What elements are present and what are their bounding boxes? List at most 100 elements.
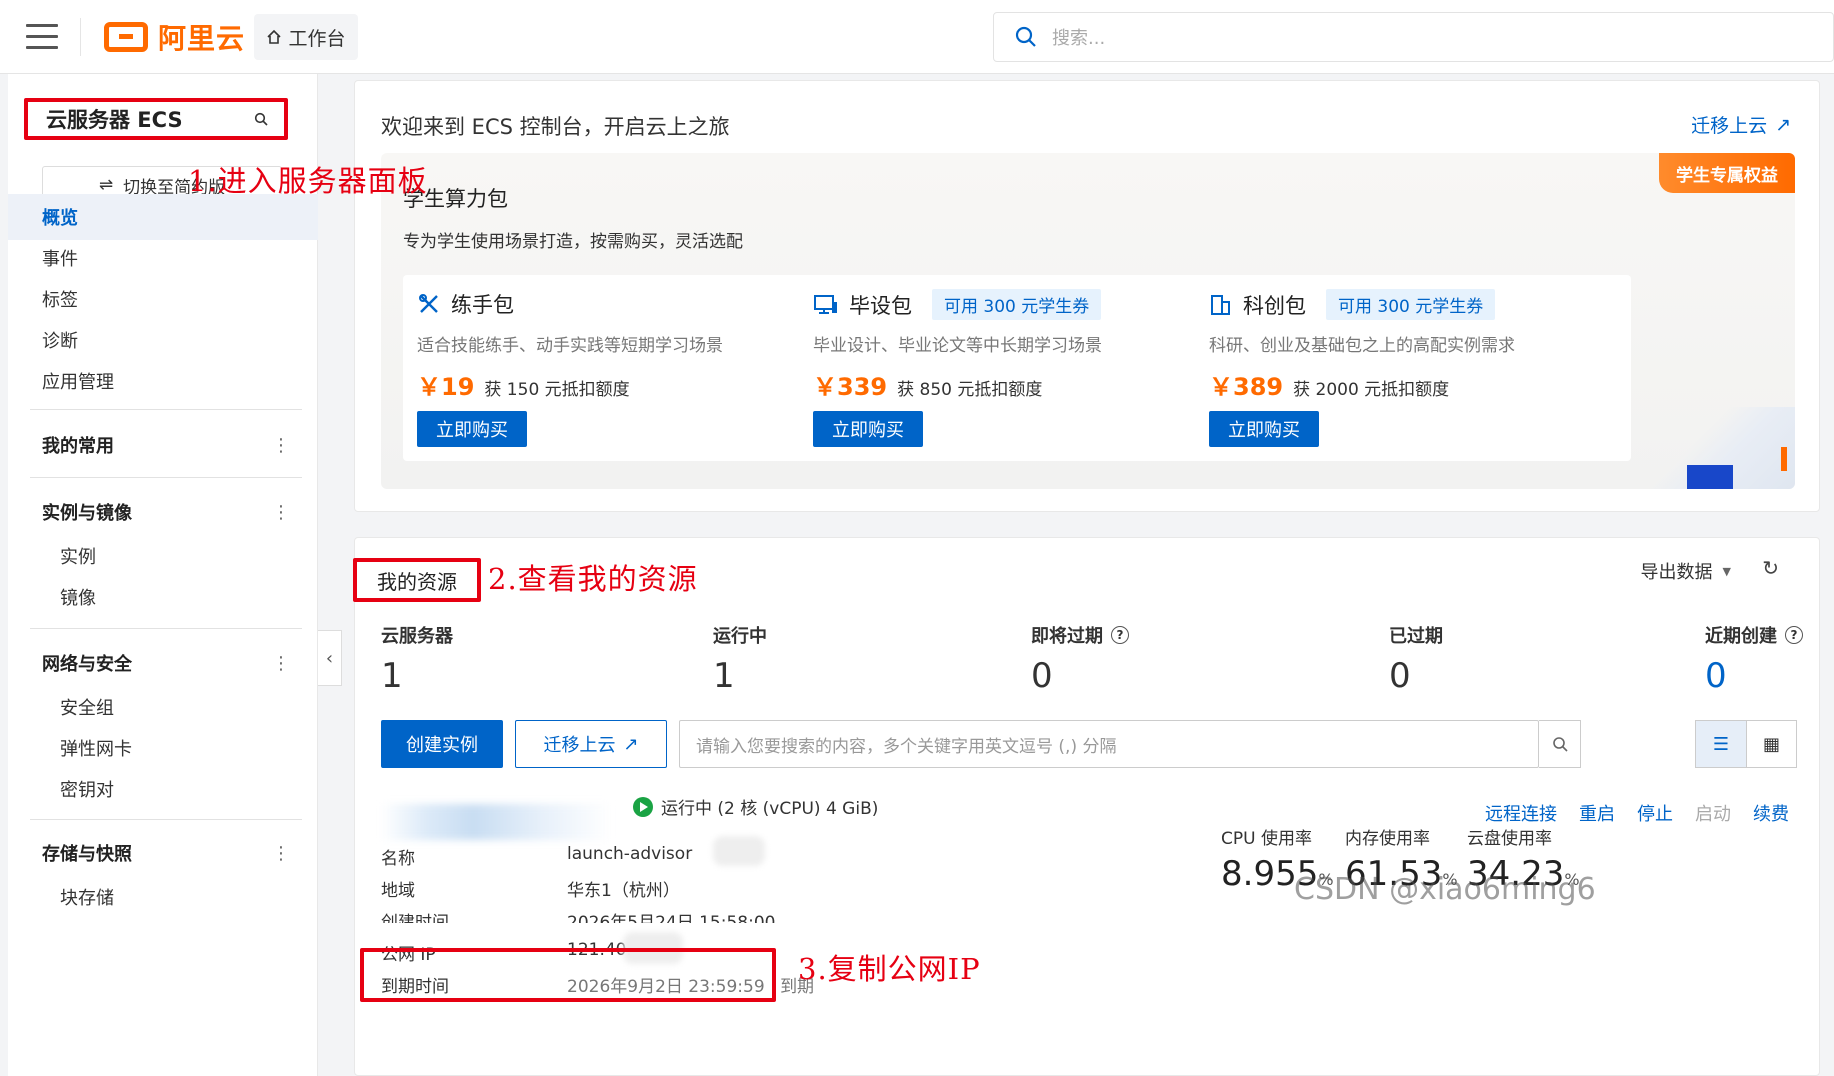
search-icon (1552, 737, 1568, 752)
annotation-box-ip (360, 948, 776, 1002)
stat-label: 近期创建? (1705, 622, 1803, 648)
sidebar-group-storage-snapshots[interactable]: 存储与快照 ⋮ (42, 833, 290, 873)
migrate-link[interactable]: 迁移上云 ↗ (1691, 111, 1791, 138)
package-price: ￥339 (813, 373, 888, 401)
more-icon[interactable]: ⋮ (272, 502, 290, 523)
buy-button[interactable]: 立即购买 (813, 411, 923, 447)
create-instance-button[interactable]: 创建实例 (381, 720, 503, 768)
divider (30, 477, 302, 478)
stat-value[interactable]: 0 (1705, 656, 1727, 696)
stat-label-text: 即将过期 (1031, 626, 1103, 647)
stat-value[interactable]: 0 (1031, 656, 1053, 696)
grid-view-icon[interactable]: ▦ (1747, 720, 1797, 768)
sidebar-item-label: 镜像 (60, 588, 96, 609)
package-card-practice: 练手包 适合技能练手、动手实践等短期学习场景 ￥19 获 150 元抵扣额度 立… (403, 275, 839, 461)
package-name: 毕设包 (849, 293, 912, 318)
redacted-text (713, 836, 765, 866)
help-icon[interactable]: ? (1785, 626, 1803, 644)
chevron-left-icon: ‹ (325, 647, 334, 669)
instance-region: 华东1（杭州） (567, 881, 680, 901)
caret-down-icon: ▼ (1722, 564, 1731, 578)
sidebar-item-eni[interactable]: 弹性网卡 (8, 725, 318, 771)
sidebar-item-tags[interactable]: 标签 (8, 276, 318, 322)
aliyun-logo[interactable]: 阿里云 (104, 18, 245, 56)
stat-value[interactable]: 1 (713, 656, 735, 696)
more-icon[interactable]: ⋮ (272, 653, 290, 674)
resource-search-input[interactable]: 请输入您要搜索的内容，多个关键字用英文逗号 (,) 分隔 (679, 720, 1539, 768)
restart-link[interactable]: 重启 (1579, 800, 1615, 826)
stop-link[interactable]: 停止 (1637, 800, 1673, 826)
package-name: 科创包 (1243, 293, 1306, 318)
sidebar-item-label: 标签 (42, 290, 78, 311)
search-button[interactable] (1539, 720, 1581, 768)
sidebar-item-app-management[interactable]: 应用管理 (8, 358, 318, 404)
refresh-icon[interactable]: ↻ (1762, 556, 1779, 580)
field-label: 创建时间 (381, 913, 449, 933)
student-badge: 学生专属权益 (1659, 153, 1795, 193)
export-label: 导出数据 (1640, 562, 1713, 583)
remote-connect-link[interactable]: 远程连接 (1485, 800, 1557, 826)
package-desc: 毕业设计、毕业论文等中长期学习场景 (813, 336, 1102, 356)
package-price-row: ￥389 获 2000 元抵扣额度 (1209, 367, 1449, 402)
package-card-innovation: 科创包 可用 300 元学生券 科研、创业及基础包之上的高配实例需求 ￥389 … (1195, 275, 1631, 461)
field-label: 地域 (381, 881, 415, 901)
welcome-title: 欢迎来到 ECS 控制台，开启云上之旅 (381, 115, 730, 139)
search-icon[interactable] (254, 112, 268, 126)
sidebar-group-instances-images[interactable]: 实例与镜像 ⋮ (42, 492, 290, 532)
migrate-button[interactable]: 迁移上云 ↗ (515, 720, 667, 768)
running-icon (633, 796, 653, 817)
sidebar-collapse-button[interactable]: ‹ (318, 630, 342, 686)
sidebar-item-events[interactable]: 事件 (8, 235, 318, 281)
more-icon[interactable]: ⋮ (272, 843, 290, 864)
workbench-label: 工作台 (288, 27, 346, 50)
sidebar-group-network-security[interactable]: 网络与安全 ⋮ (42, 643, 290, 683)
sidebar-item-key-pairs[interactable]: 密钥对 (8, 766, 318, 812)
start-link[interactable]: 启动 (1695, 800, 1731, 826)
workbench-button[interactable]: 工作台 (254, 14, 358, 60)
sidebar-item-label: 实例 (60, 547, 96, 568)
decorative-block (1781, 447, 1787, 471)
renew-link[interactable]: 续费 (1753, 800, 1789, 826)
list-view-icon[interactable]: ☰ (1695, 720, 1747, 768)
sidebar-item-block-storage[interactable]: 块存储 (8, 874, 318, 920)
buy-button[interactable]: 立即购买 (1209, 411, 1319, 447)
sidebar-item-images[interactable]: 镜像 (8, 574, 318, 620)
building-icon (1211, 294, 1230, 315)
sidebar-item-label: 应用管理 (42, 372, 114, 393)
external-link-icon: ↗ (623, 733, 639, 755)
metric-label: CPU 使用率 (1221, 829, 1312, 849)
stat-value[interactable]: 0 (1389, 656, 1411, 696)
search-placeholder: 请输入您要搜索的内容，多个关键字用英文逗号 (,) 分隔 (696, 736, 1117, 757)
decorative-block (1687, 465, 1733, 489)
export-data-dropdown[interactable]: 导出数据 ▼ (1641, 558, 1731, 584)
stat-label-text: 云服务器 (381, 626, 453, 647)
stat-label: 运行中 (713, 622, 767, 648)
sidebar-group-favorites[interactable]: 我的常用 ⋮ (42, 425, 290, 465)
instance-id-redacted (381, 804, 611, 840)
stat-value[interactable]: 1 (381, 656, 403, 696)
student-package-card: 学生专属权益 学生算力包 专为学生使用场景打造，按需购买，灵活选配 练手包 适合… (381, 153, 1795, 489)
menu-icon[interactable] (26, 24, 58, 50)
divider (30, 819, 302, 820)
external-link-icon: ↗ (1775, 113, 1791, 136)
package-grant: 获 150 元抵扣额度 (484, 380, 630, 400)
computer-icon (814, 294, 837, 314)
sidebar-item-overview[interactable]: 概览 (8, 194, 318, 240)
global-search-input[interactable]: 搜索... (993, 12, 1834, 62)
student-subtitle: 专为学生使用场景打造，按需购买，灵活选配 (403, 232, 743, 252)
more-icon[interactable]: ⋮ (272, 435, 290, 456)
home-icon (267, 29, 282, 44)
sidebar-item-label: 密钥对 (60, 780, 114, 801)
help-icon[interactable]: ? (1111, 626, 1129, 644)
sidebar-item-security-groups[interactable]: 安全组 (8, 684, 318, 730)
divider (30, 628, 302, 629)
annotation-step1: 1.进入服务器面板 (188, 164, 428, 198)
package-price-row: ￥339 获 850 元抵扣额度 (813, 367, 1042, 402)
instance-name[interactable]: launch-advisor (567, 844, 692, 864)
tab-my-resources[interactable]: 我的资源 (353, 558, 481, 602)
instance-created-time: 2026年5月24日 15:58:00 (567, 913, 776, 933)
sidebar-item-instances[interactable]: 实例 (8, 533, 318, 579)
sidebar-item-diagnose[interactable]: 诊断 (8, 317, 318, 363)
metric-label: 云盘使用率 (1467, 829, 1552, 849)
buy-button[interactable]: 立即购买 (417, 411, 527, 447)
